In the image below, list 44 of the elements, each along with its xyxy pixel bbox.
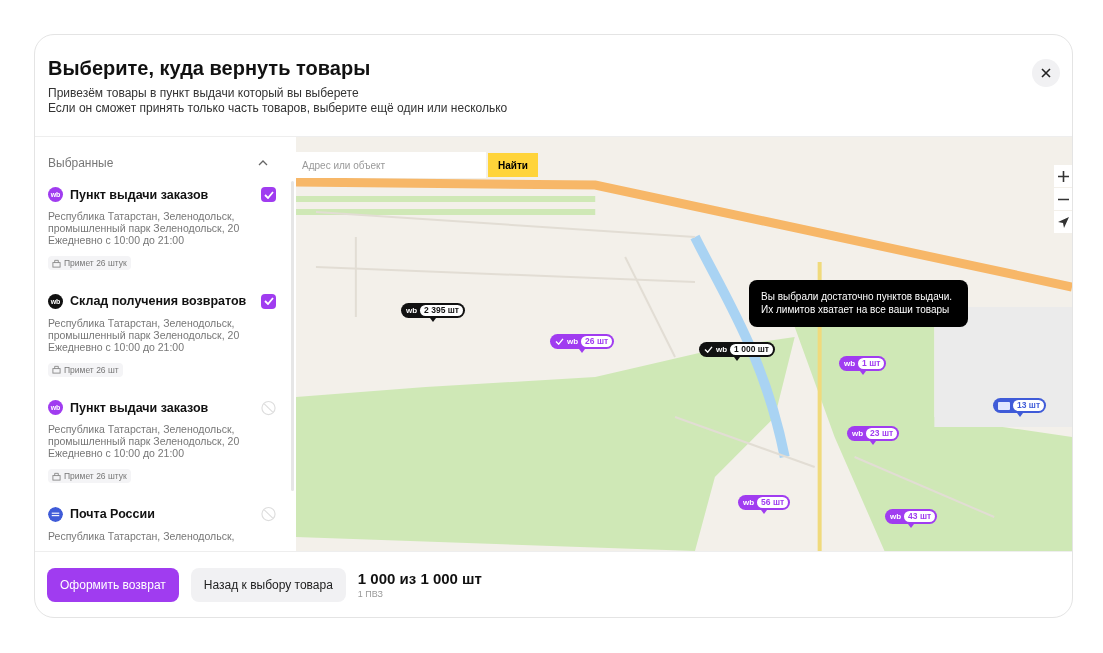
check-icon [704, 346, 713, 353]
plus-icon [1057, 170, 1069, 182]
tooltip: Вы выбрали достаточно пунктов выдачи. Их лимитов хватает на все ваши товары [749, 280, 968, 327]
total-count: 1 000 из 1 000 шт [357, 570, 482, 587]
zoom-in-button[interactable] [1054, 165, 1072, 187]
address-text: Республика Татарстан, Зеленодольск, [48, 316, 236, 329]
chevron-icon[interactable] [258, 160, 268, 166]
checkbox[interactable] [261, 293, 276, 309]
capacity-text: Примет 26 штук [64, 258, 127, 268]
checkbox[interactable] [261, 187, 276, 202]
zoom-out-button[interactable] [1054, 188, 1072, 210]
capacity-text: Примет 26 штук [64, 471, 127, 481]
check-icon [555, 338, 564, 345]
box-icon [52, 365, 61, 374]
submit-return-button[interactable]: Оформить возврат [47, 567, 179, 602]
address-text: промышленный парк Зеленодольск, 20 [48, 435, 241, 447]
pickup-point-name: Пункт выдачи заказов [70, 400, 210, 415]
address-text: промышленный парк Зеленодольск, 20 [48, 222, 241, 234]
box-icon [52, 258, 61, 268]
close-button[interactable] [1032, 59, 1060, 87]
pickup-points-count: 1 ПВЗ [357, 589, 384, 599]
pickup-point-name: Склад получения возвратов [70, 294, 248, 308]
opening-hours: Ежедневно с 10:00 до 21:00 [48, 340, 185, 353]
post-logo-icon [998, 401, 1010, 410]
opening-hours: Ежедневно с 10:00 до 21:00 [48, 234, 186, 246]
dialog-title: Выберите, куда вернуть товары [48, 57, 372, 80]
dialog-subtitle: Привезём товары в пункт выдачи который вы выберете [48, 86, 360, 101]
dialog-subtitle: Если он сможет принять только часть товаров, выберите ещё один или несколько [48, 101, 508, 116]
section-title: Выбранные [48, 156, 114, 170]
search-button[interactable]: Найти [488, 153, 538, 177]
pickup-point-name: Пункт выдачи заказов [70, 187, 210, 202]
pickup-point-name: Почта России [70, 507, 156, 521]
opening-hours: Ежедневно с 10:00 до 21:00 [48, 447, 186, 459]
address-text: Республика Татарстан, Зеленодольск, [48, 529, 236, 542]
close-icon [1041, 68, 1051, 78]
back-button[interactable]: Назад к выбору товара [190, 567, 346, 602]
locate-button[interactable] [1054, 211, 1072, 233]
capacity-text: Примет 26 шт [64, 364, 119, 375]
address-text: Республика Татарстан, Зеленодольск, [48, 423, 236, 435]
address-text: промышленный парк Зеленодольск, 20 [48, 328, 241, 341]
location-arrow-icon [1057, 216, 1069, 228]
box-icon [52, 471, 61, 481]
address-text: Республика Татарстан, Зеленодольск, [48, 210, 236, 222]
address-search-field[interactable]: Адрес или объект [296, 152, 486, 178]
